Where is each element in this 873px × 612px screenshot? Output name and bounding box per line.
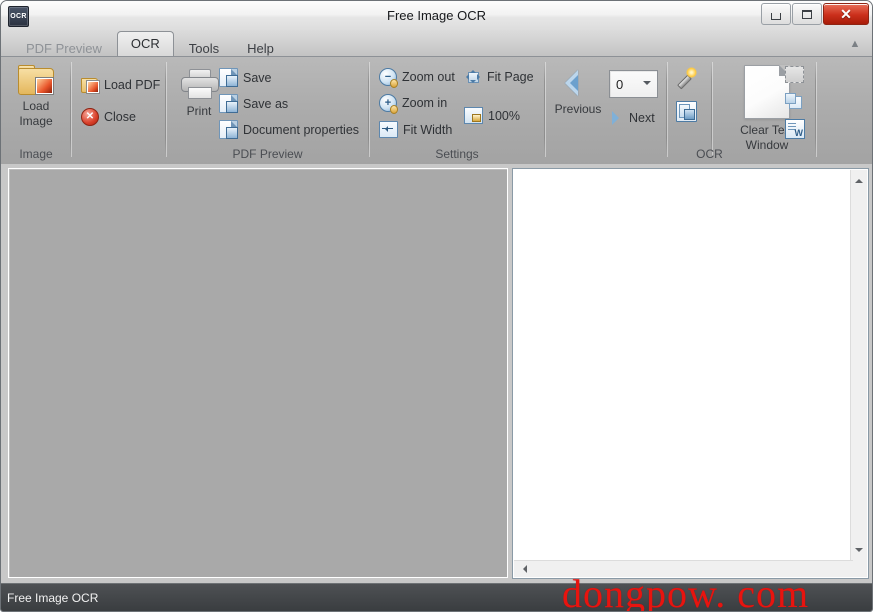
ribbon-group-pdf-preview-label: PDF Preview: [166, 147, 369, 161]
ribbon-group-ocr: Clear Text Window W OCR: [667, 57, 872, 164]
save-as-label: Save as: [243, 97, 288, 111]
fit-page-label: Fit Page: [487, 70, 534, 84]
copy-icon: [785, 93, 802, 109]
zoom-in-button[interactable]: + Zoom in: [379, 94, 447, 112]
zoom-in-label: Zoom in: [402, 96, 447, 110]
window-controls: ✕: [760, 3, 869, 25]
zoom-out-icon: −: [379, 68, 397, 86]
scroll-down-icon[interactable]: [855, 548, 863, 556]
close-icon: ✕: [840, 7, 852, 21]
next-label: Next: [629, 111, 655, 125]
save-button[interactable]: Save: [219, 68, 272, 87]
document-properties-label: Document properties: [243, 123, 359, 137]
ocr-text-panel[interactable]: [512, 168, 869, 579]
page-number-spinner[interactable]: 0: [609, 70, 658, 98]
load-pdf-label: Load PDF: [104, 78, 160, 92]
save-icon: [219, 68, 238, 87]
close-file-button[interactable]: ✕ Close: [81, 108, 136, 126]
print-label: Print: [187, 104, 212, 119]
horizontal-scrollbar[interactable]: [514, 560, 853, 577]
save-label: Save: [243, 71, 272, 85]
maximize-button[interactable]: [792, 3, 822, 25]
ribbon-group-settings: − Zoom out + Zoom in Fit Width Fit Page …: [369, 57, 545, 164]
ribbon-group-file-actions: Load PDF ✕ Close: [71, 57, 166, 164]
zoom-100-label: 100%: [488, 109, 520, 123]
scroll-left-icon[interactable]: [519, 565, 527, 573]
close-button[interactable]: ✕: [823, 3, 869, 25]
ribbon: Load Image Image Load PDF ✕ Close: [1, 56, 872, 166]
load-image-button[interactable]: Load Image: [4, 65, 68, 129]
ribbon-tabs: PDF Preview OCR Tools Help: [13, 30, 289, 56]
select-region-button[interactable]: [785, 66, 804, 83]
minimize-icon: [771, 13, 781, 20]
load-pdf-button[interactable]: Load PDF: [81, 76, 160, 93]
zoom-100-icon: [464, 107, 483, 124]
fit-width-label: Fit Width: [403, 123, 452, 137]
export-word-icon: W: [785, 119, 805, 139]
ribbon-group-image-label: Image: [1, 147, 71, 161]
fit-page-icon: [464, 68, 482, 85]
fit-width-button[interactable]: Fit Width: [379, 121, 452, 138]
load-image-label-line1: Load: [23, 99, 50, 114]
printer-icon: [180, 69, 218, 99]
group-inner-separator: [711, 62, 712, 157]
status-text: Free Image OCR: [1, 591, 98, 605]
save-as-button[interactable]: Save as: [219, 94, 288, 113]
next-arrow-icon: [610, 111, 624, 125]
fit-width-icon: [379, 121, 398, 138]
close-file-label: Close: [104, 110, 136, 124]
zoom-out-button[interactable]: − Zoom out: [379, 68, 455, 86]
copy-button[interactable]: [785, 93, 802, 109]
ribbon-group-settings-label: Settings: [369, 147, 545, 161]
save-as-icon: [219, 94, 238, 113]
chevron-up-icon[interactable]: ▲: [847, 36, 863, 52]
zoom-in-icon: +: [379, 94, 397, 112]
status-bar: Free Image OCR: [1, 583, 872, 611]
page-number-value: 0: [610, 77, 623, 92]
blank-page-icon: [744, 65, 790, 119]
folder-pdf-icon: [81, 76, 99, 93]
ribbon-group-pdf-preview: Print Save Save as Document properties P…: [166, 57, 369, 164]
ribbon-group-image: Load Image Image: [1, 57, 71, 164]
scrollbar-corner: [851, 561, 867, 577]
select-region-icon: [785, 66, 804, 83]
export-word-button[interactable]: W: [785, 119, 805, 139]
previous-arrow-icon: [563, 69, 593, 97]
minimize-button[interactable]: [761, 3, 791, 25]
scroll-up-icon[interactable]: [855, 175, 863, 183]
next-page-button[interactable]: Next: [610, 111, 655, 125]
tab-ocr[interactable]: OCR: [117, 31, 174, 57]
magic-wand-icon: [675, 67, 697, 89]
maximize-icon: [802, 10, 812, 19]
folder-image-icon: [18, 65, 54, 95]
document-properties-button[interactable]: Document properties: [219, 120, 359, 139]
image-preview-panel[interactable]: [8, 168, 508, 578]
previous-label: Previous: [555, 102, 602, 117]
zoom-out-label: Zoom out: [402, 70, 455, 84]
window-title: Free Image OCR: [1, 1, 872, 31]
save-ocr-text-button[interactable]: [676, 101, 697, 122]
ribbon-group-ocr-label: OCR: [607, 147, 812, 161]
application-window: OCR Free Image OCR ✕ PDF Preview OCR Too…: [0, 0, 873, 612]
group-inner-separator: [815, 62, 816, 157]
zoom-100-button[interactable]: 100%: [464, 107, 520, 124]
workspace: [1, 164, 872, 584]
close-circle-icon: ✕: [81, 108, 99, 126]
save-document-icon: [676, 101, 697, 122]
run-ocr-button[interactable]: [675, 67, 697, 89]
load-image-label-line2: Image: [19, 114, 52, 129]
dropdown-arrow-icon[interactable]: [643, 81, 651, 89]
vertical-scrollbar[interactable]: [850, 170, 867, 561]
ribbon-tab-strip: PDF Preview OCR Tools Help ▲: [1, 30, 872, 56]
title-bar: OCR Free Image OCR ✕: [1, 1, 872, 31]
fit-page-button[interactable]: Fit Page: [464, 68, 534, 85]
previous-page-button[interactable]: Previous: [548, 69, 608, 117]
document-properties-icon: [219, 120, 238, 139]
